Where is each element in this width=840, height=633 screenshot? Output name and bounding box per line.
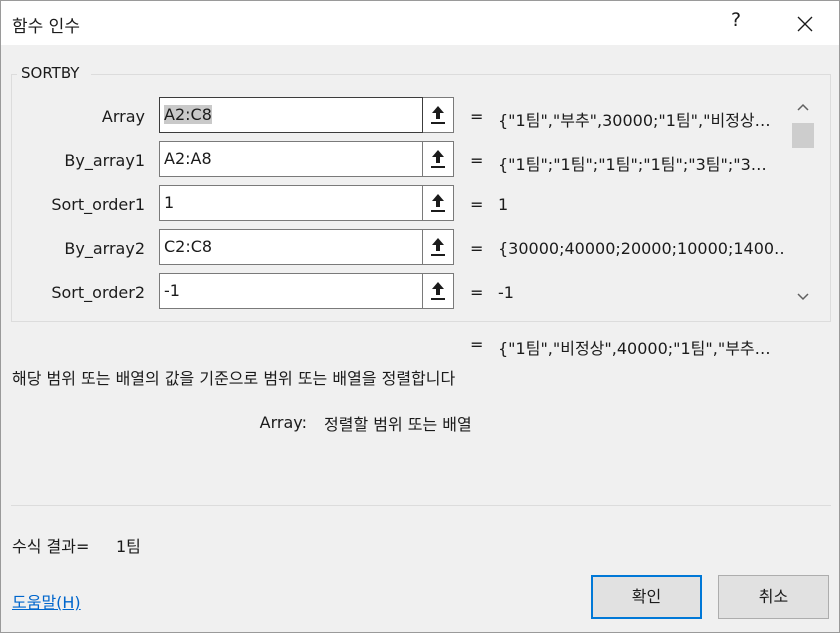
dialog-title: 함수 인수	[12, 17, 80, 37]
arg-help-text: 정렬할 범위 또는 배열	[324, 415, 472, 434]
range-select-icon	[431, 194, 445, 212]
help-link[interactable]: 도움말(H)	[12, 589, 81, 613]
range-select-icon	[431, 106, 445, 124]
by-array2-input[interactable]: C2:C8	[159, 229, 423, 265]
group-border-left	[11, 74, 17, 75]
equals-sign: =	[470, 107, 484, 126]
array-input[interactable]: A2:C8	[159, 97, 423, 133]
arg-evaluated-value: {"1팀","부추",30000;"1팀","비정상…	[498, 111, 771, 130]
function-arguments-dialog: 함수 인수 ? SORTBY Array A2:C8 = {"1팀","부추",…	[0, 0, 840, 633]
cancel-button[interactable]: 취소	[718, 575, 829, 619]
arg-row-by-array1: By_array1 A2:A8 = {"1팀";"1팀";"1팀";"1팀";"…	[1, 141, 840, 179]
collapse-dialog-button[interactable]	[423, 185, 454, 221]
collapse-dialog-button[interactable]	[423, 141, 454, 177]
collapse-dialog-button[interactable]	[423, 229, 454, 265]
input-value: A2:C8	[164, 105, 212, 124]
formula-result-value: 1팀	[116, 537, 141, 556]
chevron-up-icon[interactable]	[791, 97, 815, 117]
sort-order2-input[interactable]: -1	[159, 273, 423, 309]
sort-order1-input[interactable]: 1	[159, 185, 423, 221]
scrollbar-thumb[interactable]	[792, 123, 814, 148]
arg-row-by-array2: By_array2 C2:C8 = {30000;40000;20000;100…	[1, 229, 840, 267]
arg-row-sort-order1: Sort_order1 1 = 1	[1, 185, 840, 223]
divider	[11, 505, 831, 506]
range-select-icon	[431, 150, 445, 168]
by-array1-input[interactable]: A2:A8	[159, 141, 423, 177]
help-button[interactable]: ?	[726, 9, 746, 37]
arg-label: Sort_order2	[51, 283, 145, 302]
equals-sign: =	[470, 239, 484, 258]
range-select-icon	[431, 238, 445, 256]
collapse-dialog-button[interactable]	[423, 97, 454, 133]
group-border-right	[91, 74, 831, 75]
function-description: 해당 범위 또는 배열의 값을 기준으로 범위 또는 배열을 정렬합니다	[12, 369, 456, 388]
group-title: SORTBY	[20, 64, 81, 82]
arg-help-name: Array:	[259, 413, 307, 432]
ok-button[interactable]: 확인	[591, 575, 702, 619]
range-select-icon	[431, 282, 445, 300]
arg-evaluated-value: {"1팀";"1팀";"1팀";"1팀";"3팀";"3…	[498, 155, 767, 174]
arg-row-array: Array A2:C8 = {"1팀","부추",30000;"1팀","비정상…	[1, 97, 840, 135]
arg-label: Sort_order1	[51, 195, 145, 214]
arg-label: By_array2	[64, 239, 145, 258]
result-equals-sign: =	[470, 335, 484, 354]
arg-evaluated-value: 1	[498, 195, 509, 214]
equals-sign: =	[470, 283, 484, 302]
arg-evaluated-value: -1	[498, 283, 514, 302]
chevron-down-icon[interactable]	[791, 287, 815, 307]
collapse-dialog-button[interactable]	[423, 273, 454, 309]
title-bar: 함수 인수 ?	[1, 1, 839, 45]
arg-row-sort-order2: Sort_order2 -1 = -1	[1, 273, 840, 311]
equals-sign: =	[470, 195, 484, 214]
arg-label: Array	[101, 107, 145, 126]
equals-sign: =	[470, 151, 484, 170]
function-result-value: {"1팀","비정상",40000;"1팀","부추…	[498, 339, 771, 358]
arg-evaluated-value: {30000;40000;20000;10000;1400…	[498, 239, 783, 258]
arg-label: By_array1	[64, 151, 145, 170]
formula-result-label: 수식 결과=	[12, 537, 90, 556]
close-icon[interactable]	[791, 10, 819, 38]
